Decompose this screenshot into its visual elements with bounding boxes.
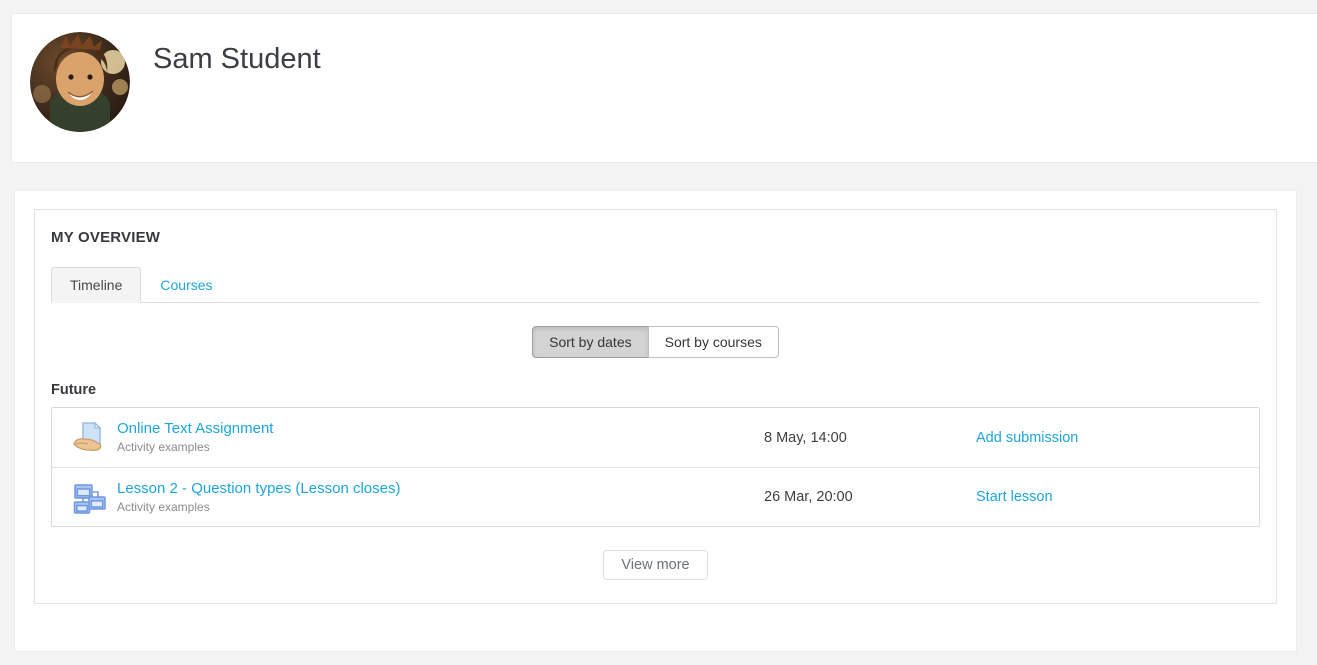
assignment-icon <box>72 420 107 455</box>
event-date: 26 Mar, 20:00 <box>764 489 976 505</box>
view-more-row: View more <box>51 550 1260 580</box>
sort-by-courses-button[interactable]: Sort by courses <box>648 326 779 358</box>
page-title-user-name: Sam Student <box>153 42 321 77</box>
sort-by-dates-button[interactable]: Sort by dates <box>532 326 649 358</box>
sort-button-row: Sort by datesSort by courses <box>51 326 1260 358</box>
event-action-cell: Add submission <box>976 429 1259 447</box>
tab-timeline[interactable]: Timeline <box>51 267 141 303</box>
overview-tabs: TimelineCourses <box>51 266 1260 303</box>
event-course-label: Activity examples <box>117 440 764 455</box>
timeline-event-row: Lesson 2 - Question types (Lesson closes… <box>52 467 1259 526</box>
event-title-link[interactable]: Lesson 2 - Question types (Lesson closes… <box>117 480 764 498</box>
timeline-event-list: Online Text Assignment Activity examples… <box>51 407 1260 527</box>
event-action-link[interactable]: Add submission <box>976 430 1078 446</box>
timeline-event-row: Online Text Assignment Activity examples… <box>52 408 1259 467</box>
my-overview-block: MY OVERVIEW TimelineCourses Sort by date… <box>34 209 1277 604</box>
user-header-card: Sam Student <box>11 13 1317 163</box>
event-text-cell: Online Text Assignment Activity examples <box>117 420 764 455</box>
lesson-icon <box>72 480 107 515</box>
event-text-cell: Lesson 2 - Question types (Lesson closes… <box>117 480 764 515</box>
dashboard-content-card: MY OVERVIEW TimelineCourses Sort by date… <box>14 190 1297 652</box>
event-action-cell: Start lesson <box>976 488 1259 506</box>
event-action-link[interactable]: Start lesson <box>976 489 1053 505</box>
tab-courses[interactable]: Courses <box>141 267 231 303</box>
event-course-label: Activity examples <box>117 500 764 515</box>
user-photo-placeholder <box>30 32 130 132</box>
view-more-button[interactable]: View more <box>603 550 707 580</box>
timeline-section-heading: Future <box>51 382 1260 398</box>
user-avatar <box>30 32 130 132</box>
event-title-link[interactable]: Online Text Assignment <box>117 420 764 438</box>
event-date: 8 May, 14:00 <box>764 430 976 446</box>
block-title: MY OVERVIEW <box>51 229 1260 246</box>
sort-button-group: Sort by datesSort by courses <box>532 326 779 358</box>
